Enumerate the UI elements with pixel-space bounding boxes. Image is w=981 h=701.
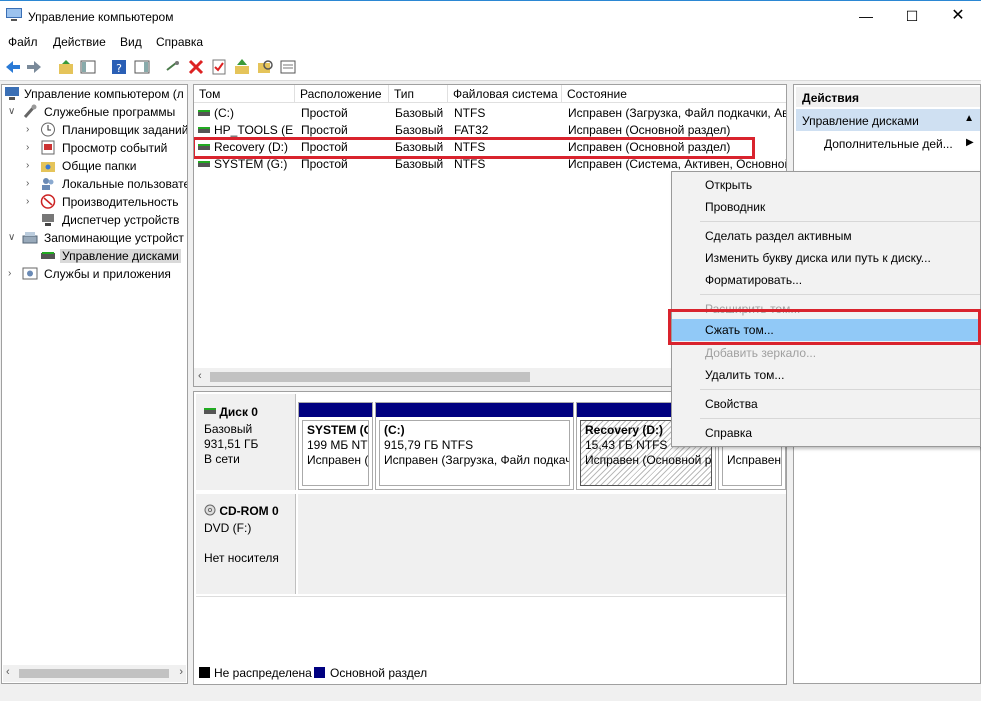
tree-horizontal-scrollbar[interactable]: ‹ ›	[3, 665, 186, 682]
users-icon	[42, 178, 54, 190]
navigation-tree: Управление компьютером (л ∨ Служебные пр…	[1, 84, 188, 684]
menu-item-mark-active[interactable]: Сделать раздел активным	[672, 225, 980, 247]
scroll-left-arrow-icon[interactable]: ‹	[6, 666, 10, 678]
up-folder-icon[interactable]	[57, 58, 75, 76]
menu-action[interactable]: Действие	[53, 35, 106, 49]
legend-label-primary: Основной раздел	[330, 666, 428, 680]
partition-system[interactable]: SYSTEM (G 199 МБ NTF Исправен (	[298, 402, 373, 490]
column-header-status[interactable]: Состояние	[562, 85, 786, 103]
cd-icon	[204, 504, 216, 516]
scroll-left-arrow-icon[interactable]: ‹	[198, 370, 202, 382]
actions-section-disk-management[interactable]: Управление дисками ▲	[796, 109, 980, 131]
expand-chevron-icon[interactable]: ›	[8, 268, 18, 279]
storage-icon	[22, 232, 38, 244]
column-header-filesystem[interactable]: Файловая система	[448, 85, 562, 103]
menu-view[interactable]: Вид	[120, 35, 142, 49]
scroll-right-arrow-icon[interactable]: ›	[179, 666, 183, 678]
scrollbar-thumb[interactable]	[19, 669, 169, 678]
forward-arrow-icon[interactable]	[25, 58, 43, 76]
svg-text:?: ?	[116, 62, 122, 75]
menu-separator	[700, 389, 980, 390]
delete-icon[interactable]	[187, 58, 205, 76]
computer-management-icon	[5, 87, 19, 100]
connect-icon[interactable]	[164, 58, 182, 76]
partition-bar	[376, 403, 573, 417]
expand-chevron-icon[interactable]: ›	[26, 196, 36, 207]
event-viewer-icon	[41, 140, 55, 155]
more-actions-item[interactable]: Дополнительные дей... ▶	[824, 137, 974, 151]
menu-item-change-letter[interactable]: Изменить букву диска или путь к диску...	[672, 247, 980, 269]
expand-chevron-icon[interactable]: ›	[26, 178, 36, 189]
device-manager-icon	[42, 214, 54, 226]
column-header-volume[interactable]: Том	[194, 85, 295, 103]
show-hide-tree-icon[interactable]	[79, 58, 97, 76]
shared-folder-icon	[41, 162, 55, 172]
window-title: Управление компьютером	[28, 10, 174, 24]
checklist-icon[interactable]	[210, 58, 228, 76]
actions-header: Действия	[796, 87, 980, 107]
annotation-highlight	[194, 137, 755, 159]
performance-icon	[40, 194, 56, 209]
status-bar	[0, 686, 981, 701]
menu-item-format[interactable]: Форматировать...	[672, 269, 980, 291]
partition-c[interactable]: (C:) 915,79 ГБ NTFS Исправен (Загрузка, …	[375, 402, 574, 490]
menu-item-explorer[interactable]: Проводник	[672, 196, 980, 218]
column-header-layout[interactable]: Расположение	[295, 85, 389, 103]
menu-item-properties[interactable]: Свойства	[672, 393, 980, 415]
legend-swatch-primary	[314, 667, 325, 678]
scrollbar-thumb[interactable]	[210, 372, 530, 382]
legend-swatch-unallocated	[199, 667, 210, 678]
menu-item-add-mirror: Добавить зеркало...	[705, 346, 817, 360]
partition-bar	[299, 403, 372, 417]
volume-icon	[198, 161, 210, 167]
volume-icon	[198, 127, 210, 133]
tools-icon	[23, 104, 37, 118]
menu-file[interactable]: Файл	[8, 35, 38, 49]
legend: Не распределена Основной раздел	[193, 662, 787, 684]
toolbar: ?	[0, 53, 981, 81]
cdrom-0-label[interactable]: CD-ROM 0 DVD (F:) Нет носителя	[196, 494, 296, 594]
clock-icon	[41, 122, 55, 137]
expand-chevron-icon[interactable]: ›	[26, 160, 36, 171]
show-hide-action-pane-icon[interactable]	[133, 58, 151, 76]
menu-separator	[700, 418, 980, 419]
collapse-chevron-icon[interactable]: ∨	[8, 106, 18, 117]
back-arrow-icon[interactable]	[4, 58, 22, 76]
title-bar: Управление компьютером — ☐ ✕	[0, 0, 981, 31]
menu-item-delete[interactable]: Удалить том...	[672, 364, 980, 386]
expand-chevron-icon[interactable]: ›	[26, 124, 36, 135]
menu-item-help[interactable]: Справка	[672, 422, 980, 444]
import-icon[interactable]	[233, 58, 251, 76]
close-button[interactable]: ✕	[935, 1, 981, 31]
annotation-highlight-shrink	[668, 309, 981, 345]
cdrom-empty-area	[298, 494, 786, 594]
menu-separator	[700, 221, 980, 222]
computer-management-icon	[6, 8, 22, 21]
expand-chevron-icon[interactable]: ›	[26, 142, 36, 153]
collapse-arrow-icon[interactable]: ▲	[964, 113, 974, 124]
services-icon	[22, 267, 38, 280]
legend-label-unallocated: Не распределена	[214, 666, 312, 680]
volume-icon	[198, 110, 210, 116]
submenu-arrow-icon: ▶	[966, 137, 974, 148]
disk-icon	[204, 408, 216, 414]
column-header-type[interactable]: Тип	[389, 85, 448, 103]
menu-separator	[700, 294, 980, 295]
collapse-chevron-icon[interactable]: ∨	[8, 232, 18, 243]
properties-icon[interactable]	[279, 58, 297, 76]
search-folder-icon[interactable]	[256, 58, 274, 76]
menu-help[interactable]: Справка	[156, 35, 203, 49]
maximize-button[interactable]: ☐	[889, 1, 935, 31]
disk-view-blank	[196, 596, 786, 662]
minimize-button[interactable]: —	[843, 1, 889, 31]
disk-0-label[interactable]: Диск 0 Базовый 931,51 ГБ В сети	[196, 394, 296, 490]
menu-bar: Файл Действие Вид Справка	[0, 31, 981, 53]
menu-item-open[interactable]: Открыть	[672, 174, 980, 196]
help-icon[interactable]: ?	[110, 58, 128, 76]
disk-management-icon	[41, 252, 55, 259]
